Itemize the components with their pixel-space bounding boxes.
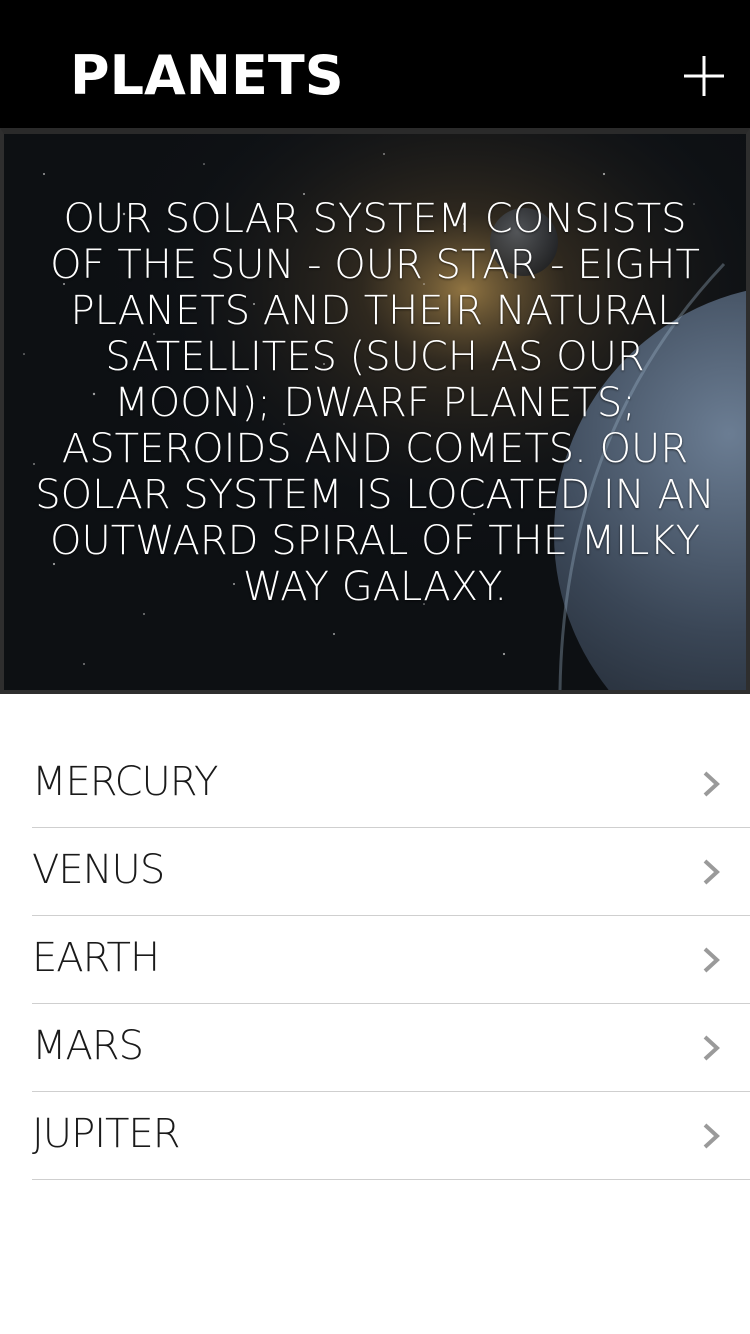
- plus-icon: [684, 56, 724, 96]
- top-bar: PLANETS: [0, 0, 750, 128]
- chevron-right-icon: [703, 771, 720, 797]
- planet-name: EARTH: [32, 935, 160, 981]
- chevron-right-icon: [703, 1035, 720, 1061]
- solar-system-description: OUR SOLAR SYSTEM CONSISTS OF THE SUN - O…: [35, 196, 715, 610]
- planet-list: MERCURY VENUS EARTH MARS JUPITER: [32, 740, 750, 1180]
- planet-name: MARS: [32, 1023, 144, 1069]
- list-item-venus[interactable]: VENUS: [32, 828, 750, 916]
- page-title: PLANETS: [70, 44, 344, 107]
- planet-name: VENUS: [32, 847, 165, 893]
- list-item-earth[interactable]: EARTH: [32, 916, 750, 1004]
- list-item-jupiter[interactable]: JUPITER: [32, 1092, 750, 1180]
- hero-banner: OUR SOLAR SYSTEM CONSISTS OF THE SUN - O…: [0, 128, 750, 694]
- chevron-right-icon: [703, 1123, 720, 1149]
- add-button[interactable]: [680, 52, 728, 100]
- planet-name: MERCURY: [32, 759, 218, 805]
- planet-name: JUPITER: [32, 1111, 180, 1157]
- chevron-right-icon: [703, 947, 720, 973]
- list-item-mars[interactable]: MARS: [32, 1004, 750, 1092]
- chevron-right-icon: [703, 859, 720, 885]
- list-item-mercury[interactable]: MERCURY: [32, 740, 750, 828]
